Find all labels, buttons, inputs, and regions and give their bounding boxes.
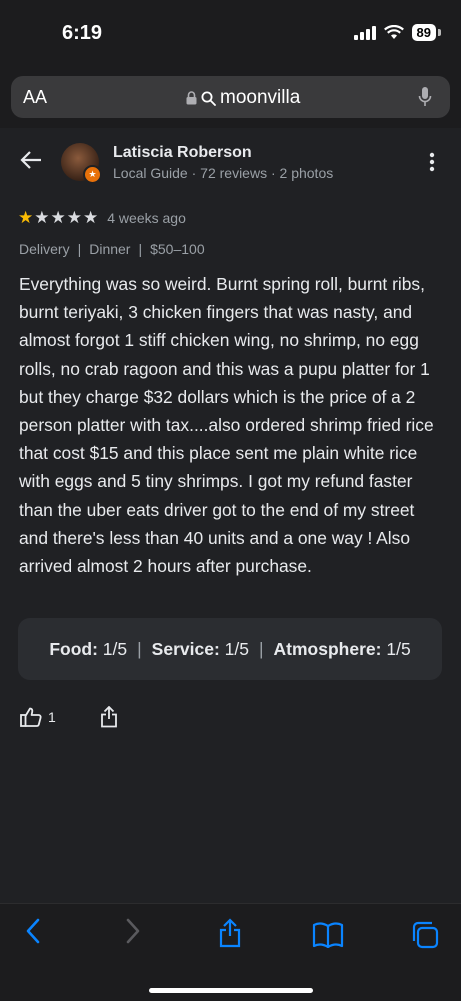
back-arrow-icon[interactable] bbox=[20, 150, 42, 170]
tag-meal-type: Dinner bbox=[89, 241, 131, 257]
forward-icon[interactable] bbox=[125, 918, 141, 944]
thumb-up-icon[interactable] bbox=[20, 707, 42, 727]
review-header: ★ Latiscia Roberson Local Guide · 72 rev… bbox=[0, 128, 461, 198]
url-text: moonvilla bbox=[220, 87, 301, 108]
attribute-divider: | bbox=[258, 638, 264, 659]
tag-divider: | bbox=[138, 241, 143, 257]
status-time: 6:19 bbox=[62, 22, 103, 44]
review-time: 4 weeks ago bbox=[107, 210, 186, 226]
mic-icon[interactable] bbox=[418, 86, 432, 108]
star-empty-icon: ★ bbox=[83, 208, 100, 227]
status-icons: 89 bbox=[353, 24, 441, 41]
more-vert-icon[interactable] bbox=[429, 152, 435, 172]
review-actions: 1 bbox=[20, 706, 118, 728]
star-empty-icon: ★ bbox=[34, 208, 51, 227]
cellular-signal-icon bbox=[353, 25, 376, 40]
status-bar: 6:19 89 bbox=[0, 0, 461, 70]
search-icon bbox=[201, 91, 216, 106]
bookmarks-icon[interactable] bbox=[312, 922, 344, 948]
battery-indicator: 89 bbox=[411, 24, 436, 41]
star-rating: ★★★★★ bbox=[18, 208, 99, 228]
review-tags: Delivery | Dinner | $50–100 bbox=[19, 241, 205, 257]
atmosphere-rating: Atmosphere: 1/5 bbox=[273, 638, 411, 659]
lock-icon bbox=[186, 91, 197, 105]
battery-nub bbox=[438, 29, 441, 36]
address-area: AA moonvilla bbox=[0, 70, 461, 128]
browser-toolbar bbox=[0, 903, 461, 1001]
attribute-ratings: Food: 1/5 | Service: 1/5 | Atmosphere: 1… bbox=[18, 618, 442, 680]
star-filled-icon: ★ bbox=[18, 208, 35, 227]
back-icon[interactable] bbox=[25, 918, 41, 944]
attribute-divider: | bbox=[137, 638, 142, 659]
tag-price: $50–100 bbox=[150, 241, 205, 257]
tag-divider: | bbox=[77, 241, 82, 257]
star-empty-icon: ★ bbox=[66, 208, 83, 227]
tag-service-type: Delivery bbox=[19, 241, 70, 257]
text-size-button[interactable]: AA bbox=[23, 87, 47, 108]
rating-row: ★★★★★ 4 weeks ago bbox=[18, 208, 186, 228]
reviewer-meta: Local Guide · 72 reviews · 2 photos bbox=[113, 165, 334, 181]
home-indicator bbox=[149, 988, 313, 993]
review-text: Everything was so weird. Burnt spring ro… bbox=[19, 274, 434, 577]
like-count: 1 bbox=[48, 709, 56, 725]
reviewer-name[interactable]: Latiscia Roberson bbox=[113, 144, 252, 162]
local-guide-badge-icon: ★ bbox=[83, 165, 102, 184]
share-sheet-icon[interactable] bbox=[218, 918, 242, 948]
url-field[interactable]: moonvilla bbox=[186, 87, 300, 109]
wifi-icon bbox=[383, 25, 404, 39]
address-bar[interactable]: AA moonvilla bbox=[11, 76, 450, 118]
tabs-icon[interactable] bbox=[411, 921, 439, 949]
service-rating: Service: 1/5 bbox=[151, 638, 249, 659]
avatar[interactable]: ★ bbox=[61, 143, 102, 184]
food-rating: Food: 1/5 bbox=[49, 638, 128, 659]
star-empty-icon: ★ bbox=[50, 208, 67, 227]
share-icon[interactable] bbox=[100, 706, 118, 728]
